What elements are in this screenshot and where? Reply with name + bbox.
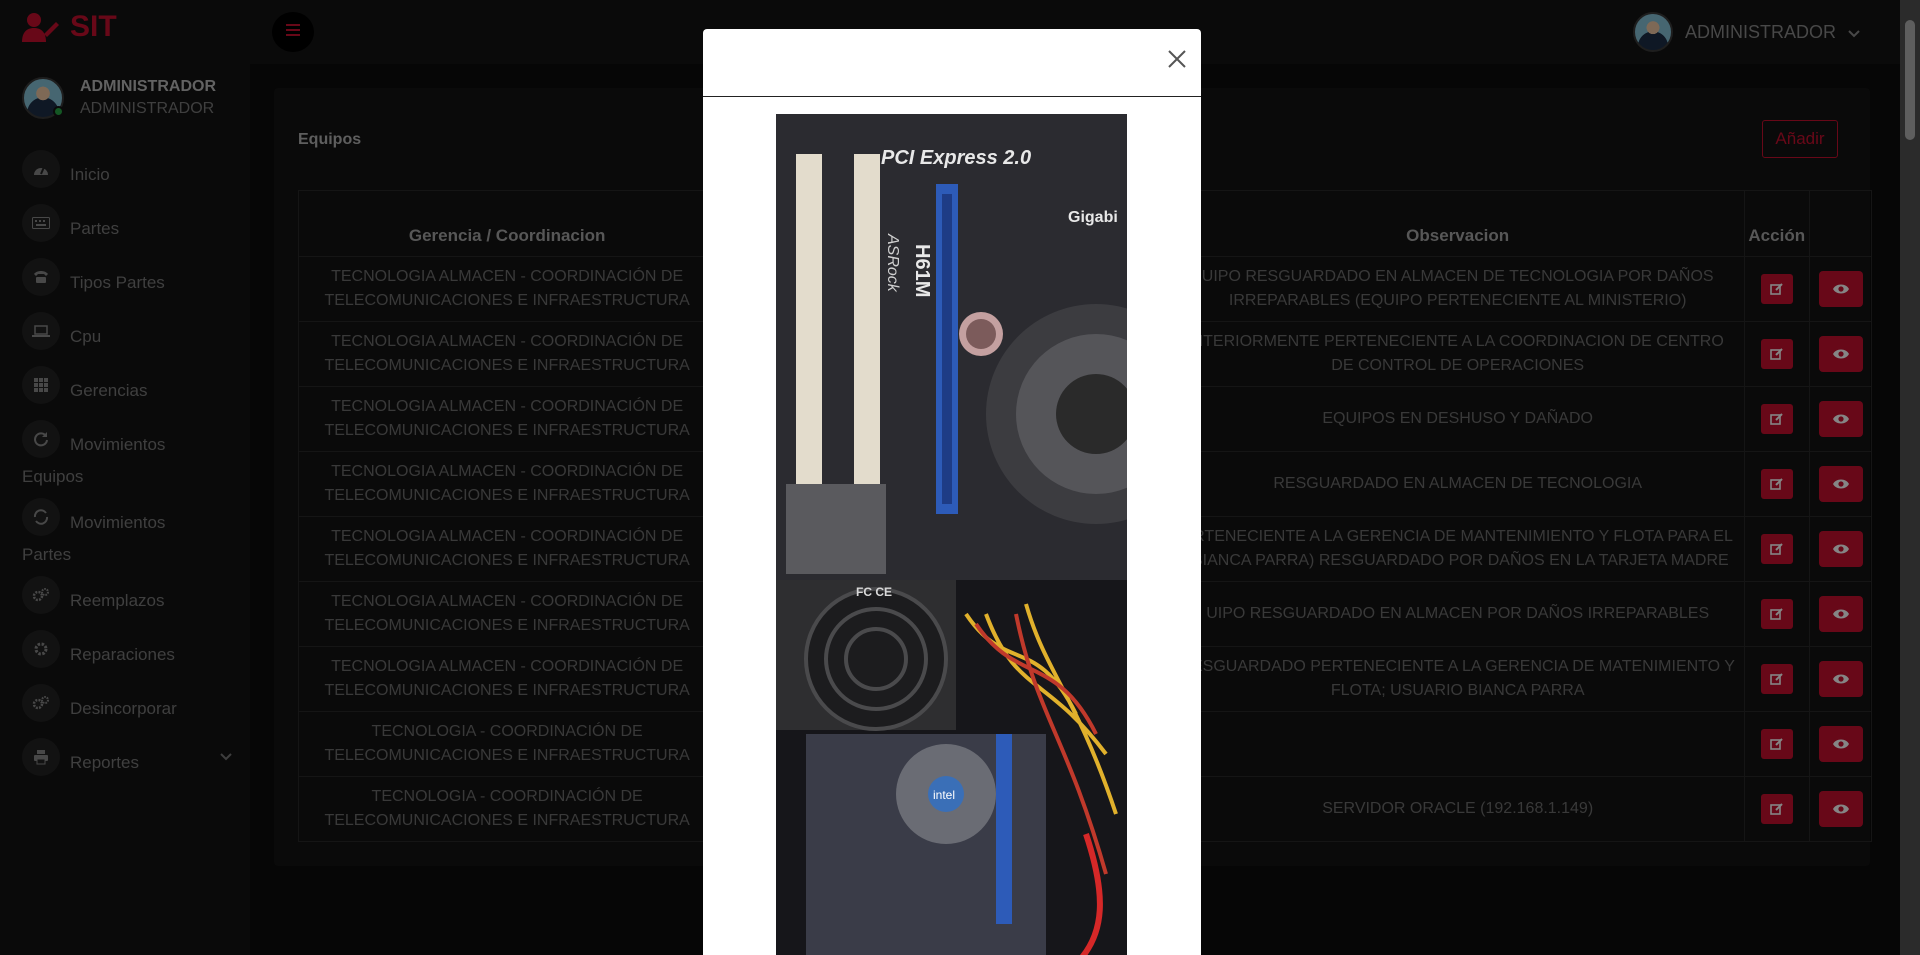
cpu-brand-label: intel xyxy=(933,788,955,802)
scrollbar-thumb[interactable] xyxy=(1905,20,1915,140)
image-modal: PCI Express 2.0 Gigabi H61M ASRock FC CE… xyxy=(703,29,1201,955)
gigabit-label: Gigabi xyxy=(1068,209,1118,226)
psu-mark-label: FC CE xyxy=(856,585,892,599)
close-icon[interactable] xyxy=(1165,47,1189,71)
board-vendor-label: ASRock xyxy=(884,233,901,293)
page-scrollbar[interactable] xyxy=(1900,0,1920,955)
pci-slot-label: PCI Express 2.0 xyxy=(881,147,1031,169)
equipment-photo: PCI Express 2.0 Gigabi H61M ASRock FC CE… xyxy=(776,114,1127,955)
board-model-label: H61M xyxy=(911,244,933,297)
modal-header xyxy=(703,29,1201,97)
